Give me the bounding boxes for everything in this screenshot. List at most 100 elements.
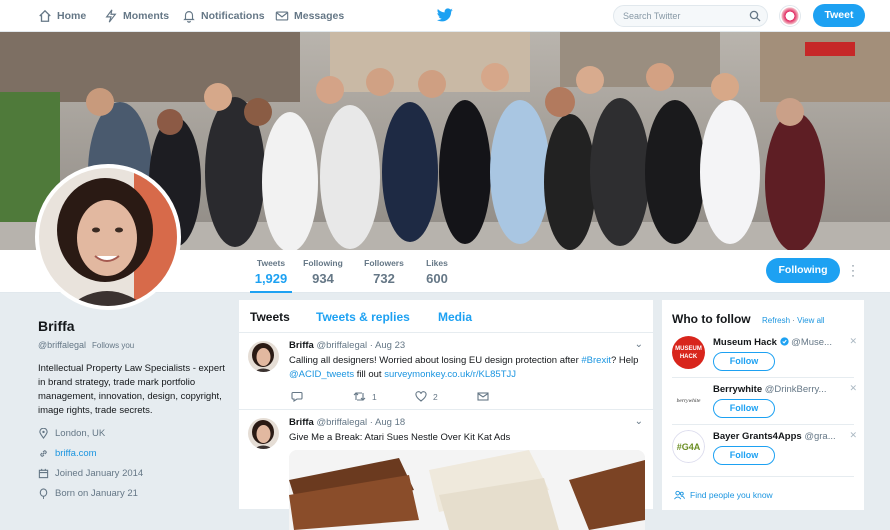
suggestion-bayer-grants4apps: #G4A Bayer Grants4Apps @gra... ✕ Follow [672,430,857,476]
suggestion-name[interactable]: Bayer Grants4Apps @gra... [713,431,836,442]
chevron-down-icon[interactable]: ⌄ [635,339,643,350]
dismiss-icon[interactable]: ✕ [849,336,857,347]
reply-button[interactable] [291,391,353,402]
calendar-icon [38,468,49,478]
nav-messages[interactable]: Messages [275,9,344,23]
nav-moments-label: Moments [123,10,170,22]
stat-following[interactable]: Following 934 [302,258,344,286]
direct-message-button[interactable] [477,391,539,402]
dismiss-icon[interactable]: ✕ [849,383,857,394]
profile-handle: @briffalegal [38,340,86,350]
stat-tweets-value: 1,929 [254,271,288,286]
stat-tweets-label: Tweets [256,258,286,268]
profile-website[interactable]: briffa.com [38,448,228,459]
timeline-tabs: Tweets Tweets & replies Media [239,300,653,333]
twitter-bird-icon[interactable] [437,8,453,22]
follows-you-badge: Follows you [92,341,135,350]
tweet-author-handle: @briffalegal [316,340,368,351]
profile-location: London, UK [38,427,228,439]
search-input[interactable]: Search Twitter [613,5,768,27]
tab-media[interactable]: Media [438,310,472,324]
dismiss-icon[interactable]: ✕ [849,430,857,441]
suggestion-display-name: Museum Hack [713,337,777,348]
profile-birthday-text: Born on January 21 [55,487,138,499]
view-all-link[interactable]: View all [797,316,824,325]
follow-button[interactable]: Follow [713,352,775,371]
who-to-follow-links: Refresh · View all [762,316,825,325]
profile-website-text[interactable]: briffa.com [55,448,97,459]
stat-followers[interactable]: Followers 732 [362,258,406,286]
logo-text: HACK [680,354,698,360]
tweet-author-name[interactable]: Briffa [289,417,314,428]
like-count: 2 [433,391,438,402]
tab-tweets[interactable]: Tweets [250,310,290,324]
tweet-mention[interactable]: @ACID_tweets [289,369,354,380]
suggestion-display-name: Berrywhite [713,384,763,395]
tweet[interactable]: Briffa @briffalegal · Aug 23 ⌄ Calling a… [239,333,653,410]
profile-birthday: Born on January 21 [38,487,228,499]
nav-notifications[interactable]: Notifications [182,9,265,23]
more-options-icon[interactable]: · · · [851,259,857,281]
tweet-avatar[interactable] [248,418,279,449]
chevron-down-icon[interactable]: ⌄ [635,416,643,427]
suggestion-name[interactable]: Museum Hack @Muse... [713,337,832,348]
berrywhite-logo: berrywhite [672,383,705,416]
reply-icon [291,391,303,402]
tweet-text: Calling all designers! Worried about los… [289,354,639,382]
tweet-text-part: ? Help [610,355,639,366]
tweet-date[interactable]: · Aug 23 [370,340,405,351]
follow-button[interactable]: Follow [713,446,775,465]
like-button[interactable]: 2 [415,391,477,402]
tab-tweets-replies[interactable]: Tweets & replies [316,310,410,324]
tweet-link[interactable]: surveymonkey.co.uk/r/KL85TJJ [384,369,516,380]
tweet-button[interactable]: Tweet [813,4,865,27]
nav-moments[interactable]: Moments [104,9,169,23]
nav-notifications-label: Notifications [201,10,265,22]
nav-home-label: Home [57,10,87,22]
suggestion-avatar[interactable]: MUSEUM HACK [672,336,705,369]
balloon-icon [39,487,48,499]
tweet[interactable]: Briffa @briffalegal · Aug 18 ⌄ Give Me a… [239,410,653,530]
suggestion-handle: @Muse... [791,337,832,348]
logo-text: berrywhite [677,398,701,404]
following-button[interactable]: Following [766,258,840,283]
tweet-avatar[interactable] [248,341,279,372]
stat-following-value: 934 [312,271,334,286]
nav-home[interactable]: Home [38,9,86,23]
envelope-icon [477,392,489,401]
stat-following-label: Following [303,258,343,268]
bell-icon [183,11,195,23]
stat-likes[interactable]: Likes 600 [422,258,452,286]
tweet-media-image[interactable] [289,450,645,530]
search-placeholder: Search Twitter [623,11,681,21]
tweet-hashtag[interactable]: #Brexit [581,355,611,366]
tweet-date[interactable]: · Aug 18 [370,417,405,428]
who-to-follow-title: Who to follow [672,312,751,326]
profile-photo [39,168,177,306]
logo-text: MUSEUM [675,346,702,352]
location-pin-icon [39,427,48,439]
suggestion-avatar[interactable]: berrywhite [672,383,705,416]
profile-avatar[interactable] [35,164,181,310]
search-icon[interactable] [749,10,761,22]
account-avatar[interactable] [779,5,801,27]
verified-badge-icon [779,337,789,346]
profile-handle-row: @briffalegal Follows you [38,340,228,350]
tweet-author-name[interactable]: Briffa [289,340,314,351]
tweet-avatar-photo [248,418,279,449]
profile-joined-text: Joined January 2014 [55,467,144,479]
tweet-header: Briffa @briffalegal · Aug 18 [289,417,405,428]
retweet-icon [353,392,366,401]
refresh-link[interactable]: Refresh [762,316,790,325]
stat-tweets[interactable]: Tweets 1,929 [250,258,292,293]
follow-button[interactable]: Follow [713,399,775,418]
heart-icon [415,391,427,402]
divider [672,424,854,425]
suggestion-avatar[interactable]: #G4A [672,430,705,463]
find-people-text[interactable]: Find people you know [690,490,773,500]
nav-messages-label: Messages [294,10,345,22]
tweet-text: Give Me a Break: Atari Sues Nestle Over … [289,432,511,443]
retweet-button[interactable]: 1 [353,391,415,402]
find-people-link[interactable]: Find people you know [674,490,773,500]
suggestion-name[interactable]: Berrywhite @DrinkBerry... [713,384,826,395]
